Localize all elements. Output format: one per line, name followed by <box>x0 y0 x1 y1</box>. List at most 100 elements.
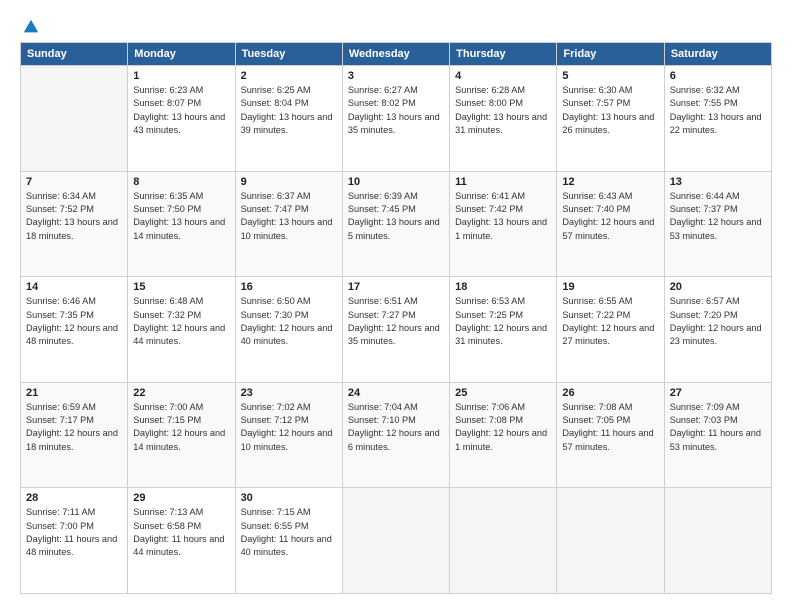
calendar-cell: 11 Sunrise: 6:41 AMSunset: 7:42 PMDayligh… <box>450 171 557 277</box>
calendar-cell: 10 Sunrise: 6:39 AMSunset: 7:45 PMDayligh… <box>342 171 449 277</box>
cell-sun-info: Sunrise: 6:32 AMSunset: 7:55 PMDaylight:… <box>670 84 766 137</box>
calendar-cell: 24 Sunrise: 7:04 AMSunset: 7:10 PMDayligh… <box>342 382 449 488</box>
cell-sun-info: Sunrise: 7:04 AMSunset: 7:10 PMDaylight:… <box>348 401 444 454</box>
cell-sun-info: Sunrise: 6:50 AMSunset: 7:30 PMDaylight:… <box>241 295 337 348</box>
cell-sun-info: Sunrise: 7:00 AMSunset: 7:15 PMDaylight:… <box>133 401 229 454</box>
cell-sun-info: Sunrise: 6:59 AMSunset: 7:17 PMDaylight:… <box>26 401 122 454</box>
calendar-week-3: 21 Sunrise: 6:59 AMSunset: 7:17 PMDayligh… <box>21 382 772 488</box>
cell-day-number: 3 <box>348 70 444 82</box>
cell-sun-info: Sunrise: 7:08 AMSunset: 7:05 PMDaylight:… <box>562 401 658 454</box>
cell-day-number: 19 <box>562 281 658 293</box>
cell-day-number: 23 <box>241 387 337 399</box>
cell-day-number: 5 <box>562 70 658 82</box>
cell-day-number: 9 <box>241 176 337 188</box>
cell-sun-info: Sunrise: 6:44 AMSunset: 7:37 PMDaylight:… <box>670 190 766 243</box>
cell-day-number: 1 <box>133 70 229 82</box>
calendar-cell: 14Sunrise: 6:46 AMSunset: 7:35 PMDayligh… <box>21 277 128 383</box>
calendar-cell <box>664 488 771 594</box>
cell-day-number: 24 <box>348 387 444 399</box>
cell-day-number: 26 <box>562 387 658 399</box>
cell-day-number: 7 <box>26 176 122 188</box>
cell-day-number: 4 <box>455 70 551 82</box>
calendar-cell: 27 Sunrise: 7:09 AMSunset: 7:03 PMDayligh… <box>664 382 771 488</box>
cell-sun-info: Sunrise: 6:30 AMSunset: 7:57 PMDaylight:… <box>562 84 658 137</box>
cell-sun-info: Sunrise: 6:27 AMSunset: 8:02 PMDaylight:… <box>348 84 444 137</box>
cell-sun-info: Sunrise: 6:51 AMSunset: 7:27 PMDaylight:… <box>348 295 444 348</box>
cell-day-number: 14 <box>26 281 122 293</box>
cell-day-number: 16 <box>241 281 337 293</box>
weekday-header-friday: Friday <box>557 43 664 66</box>
cell-sun-info: Sunrise: 6:25 AMSunset: 8:04 PMDaylight:… <box>241 84 337 137</box>
calendar-cell <box>21 66 128 172</box>
cell-sun-info: Sunrise: 7:09 AMSunset: 7:03 PMDaylight:… <box>670 401 766 454</box>
cell-sun-info: Sunrise: 6:48 AMSunset: 7:32 PMDaylight:… <box>133 295 229 348</box>
calendar-cell: 29 Sunrise: 7:13 AMSunset: 6:58 PMDayligh… <box>128 488 235 594</box>
calendar-cell: 9 Sunrise: 6:37 AMSunset: 7:47 PMDaylight… <box>235 171 342 277</box>
cell-sun-info: Sunrise: 7:02 AMSunset: 7:12 PMDaylight:… <box>241 401 337 454</box>
cell-day-number: 17 <box>348 281 444 293</box>
calendar-cell: 6 Sunrise: 6:32 AMSunset: 7:55 PMDaylight… <box>664 66 771 172</box>
calendar-cell: 28 Sunrise: 7:11 AMSunset: 7:00 PMDayligh… <box>21 488 128 594</box>
calendar-cell: 4 Sunrise: 6:28 AMSunset: 8:00 PMDaylight… <box>450 66 557 172</box>
calendar-cell <box>342 488 449 594</box>
weekday-header-thursday: Thursday <box>450 43 557 66</box>
cell-day-number: 25 <box>455 387 551 399</box>
cell-sun-info: Sunrise: 7:11 AMSunset: 7:00 PMDaylight:… <box>26 506 122 559</box>
calendar-cell: 21 Sunrise: 6:59 AMSunset: 7:17 PMDayligh… <box>21 382 128 488</box>
cell-sun-info: Sunrise: 6:39 AMSunset: 7:45 PMDaylight:… <box>348 190 444 243</box>
calendar-week-2: 14Sunrise: 6:46 AMSunset: 7:35 PMDayligh… <box>21 277 772 383</box>
calendar-cell: 19 Sunrise: 6:55 AMSunset: 7:22 PMDayligh… <box>557 277 664 383</box>
cell-sun-info: Sunrise: 6:23 AMSunset: 8:07 PMDaylight:… <box>133 84 229 137</box>
cell-day-number: 29 <box>133 492 229 504</box>
cell-sun-info: Sunrise: 6:53 AMSunset: 7:25 PMDaylight:… <box>455 295 551 348</box>
cell-sun-info: Sunrise: 6:28 AMSunset: 8:00 PMDaylight:… <box>455 84 551 137</box>
calendar-cell: 20 Sunrise: 6:57 AMSunset: 7:20 PMDayligh… <box>664 277 771 383</box>
calendar-cell: 5 Sunrise: 6:30 AMSunset: 7:57 PMDaylight… <box>557 66 664 172</box>
cell-day-number: 12 <box>562 176 658 188</box>
weekday-header-monday: Monday <box>128 43 235 66</box>
cell-day-number: 6 <box>670 70 766 82</box>
calendar-cell: 26 Sunrise: 7:08 AMSunset: 7:05 PMDayligh… <box>557 382 664 488</box>
cell-day-number: 10 <box>348 176 444 188</box>
cell-day-number: 13 <box>670 176 766 188</box>
header <box>20 18 772 32</box>
weekday-header-tuesday: Tuesday <box>235 43 342 66</box>
cell-sun-info: Sunrise: 6:37 AMSunset: 7:47 PMDaylight:… <box>241 190 337 243</box>
cell-sun-info: Sunrise: 6:34 AMSunset: 7:52 PMDaylight:… <box>26 190 122 243</box>
calendar-cell: 13 Sunrise: 6:44 AMSunset: 7:37 PMDayligh… <box>664 171 771 277</box>
calendar-cell: 25Sunrise: 7:06 AMSunset: 7:08 PMDayligh… <box>450 382 557 488</box>
calendar-table: SundayMondayTuesdayWednesdayThursdayFrid… <box>20 42 772 594</box>
calendar-cell <box>557 488 664 594</box>
calendar-week-1: 7 Sunrise: 6:34 AMSunset: 7:52 PMDaylight… <box>21 171 772 277</box>
logo <box>20 18 40 32</box>
cell-sun-info: Sunrise: 6:55 AMSunset: 7:22 PMDaylight:… <box>562 295 658 348</box>
calendar-cell: 7 Sunrise: 6:34 AMSunset: 7:52 PMDaylight… <box>21 171 128 277</box>
cell-day-number: 18 <box>455 281 551 293</box>
page: SundayMondayTuesdayWednesdayThursdayFrid… <box>0 0 792 612</box>
weekday-header-saturday: Saturday <box>664 43 771 66</box>
cell-sun-info: Sunrise: 6:41 AMSunset: 7:42 PMDaylight:… <box>455 190 551 243</box>
cell-sun-info: Sunrise: 7:13 AMSunset: 6:58 PMDaylight:… <box>133 506 229 559</box>
cell-day-number: 2 <box>241 70 337 82</box>
calendar-cell: 22 Sunrise: 7:00 AMSunset: 7:15 PMDayligh… <box>128 382 235 488</box>
cell-day-number: 11 <box>455 176 551 188</box>
calendar-cell: 3 Sunrise: 6:27 AMSunset: 8:02 PMDaylight… <box>342 66 449 172</box>
cell-day-number: 22 <box>133 387 229 399</box>
weekday-header-row: SundayMondayTuesdayWednesdayThursdayFrid… <box>21 43 772 66</box>
cell-day-number: 28 <box>26 492 122 504</box>
cell-sun-info: Sunrise: 6:57 AMSunset: 7:20 PMDaylight:… <box>670 295 766 348</box>
calendar-cell: 8 Sunrise: 6:35 AMSunset: 7:50 PMDaylight… <box>128 171 235 277</box>
cell-sun-info: Sunrise: 6:35 AMSunset: 7:50 PMDaylight:… <box>133 190 229 243</box>
calendar-week-4: 28 Sunrise: 7:11 AMSunset: 7:00 PMDayligh… <box>21 488 772 594</box>
logo-icon <box>22 18 40 36</box>
cell-day-number: 8 <box>133 176 229 188</box>
cell-day-number: 27 <box>670 387 766 399</box>
calendar-cell: 15Sunrise: 6:48 AMSunset: 7:32 PMDayligh… <box>128 277 235 383</box>
calendar-cell <box>450 488 557 594</box>
calendar-cell: 30Sunrise: 7:15 AMSunset: 6:55 PMDayligh… <box>235 488 342 594</box>
cell-sun-info: Sunrise: 7:15 AMSunset: 6:55 PMDaylight:… <box>241 506 337 559</box>
cell-day-number: 20 <box>670 281 766 293</box>
weekday-header-wednesday: Wednesday <box>342 43 449 66</box>
calendar-cell: 2 Sunrise: 6:25 AMSunset: 8:04 PMDaylight… <box>235 66 342 172</box>
cell-day-number: 21 <box>26 387 122 399</box>
